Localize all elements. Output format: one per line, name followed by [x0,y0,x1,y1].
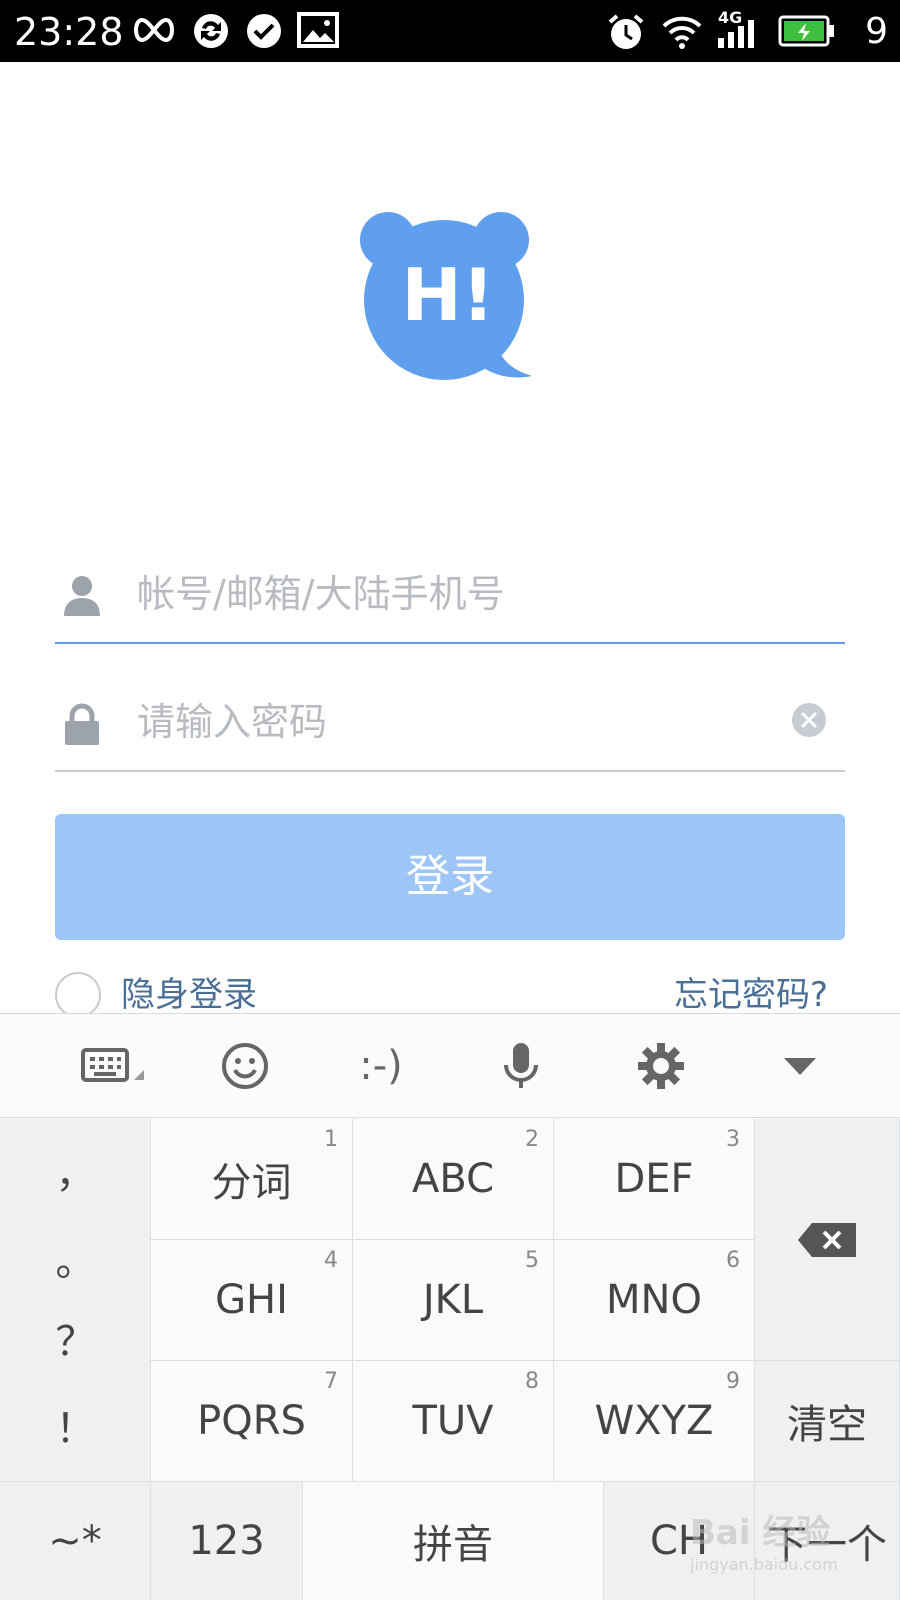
status-time: 23:28 [14,10,124,54]
password-input[interactable] [137,692,777,752]
punct-question[interactable]: ？ [0,1317,151,1367]
image-icon [297,12,339,48]
password-field [55,680,845,772]
watermark-subtext: jingyan.baidu.com [690,1555,838,1574]
emoticon-label: :-) [359,1043,403,1089]
status-bar: 23:28 4G 9 [0,0,900,62]
punctuation-column: ， 。 ？ ！ [0,1119,151,1482]
emoji-icon[interactable] [214,1040,276,1092]
watermark-text: Bai 经验 [690,1513,831,1553]
key-number: 7 [324,1369,338,1394]
key-1[interactable]: 分词 1 [151,1119,353,1240]
signal-icon [718,20,754,48]
punct-period[interactable]: 。 [0,1237,151,1287]
key-label: TUV [412,1398,494,1444]
key-number: 8 [525,1369,539,1394]
forgot-password-link[interactable]: 忘记密码? [674,972,828,1018]
clear-key[interactable]: 清空 [755,1361,900,1482]
key-label: PQRS [197,1398,306,1444]
pinyin-label: 拼音 [413,1522,493,1568]
sync-icon [194,14,228,48]
battery-level: 9 [865,11,888,52]
login-button[interactable]: 登录 [55,814,845,940]
battery-icon [778,15,834,47]
symbols-label: ~* [48,1518,102,1564]
account-field [55,552,845,644]
numbers-label: 123 [188,1518,265,1564]
keyboard-toolbar: :-) [0,1014,900,1118]
key-4[interactable]: GHI 4 [151,1240,353,1361]
account-input[interactable] [137,564,777,624]
key-5[interactable]: JKL 5 [353,1240,554,1361]
settings-icon[interactable] [630,1040,692,1092]
app-logo: H! [358,210,544,390]
space-pinyin-key[interactable]: 拼音 [303,1482,604,1600]
key-label: GHI [215,1277,288,1323]
key-2[interactable]: ABC 2 [353,1119,554,1240]
key-9[interactable]: WXYZ 9 [554,1361,755,1482]
emoticon-key[interactable]: :-) [346,1040,416,1092]
key-label: JKL [422,1277,484,1323]
numbers-key[interactable]: 123 [151,1482,303,1600]
key-label: WXYZ [594,1398,714,1444]
key-label: MNO [606,1277,702,1323]
microphone-icon[interactable] [490,1040,552,1092]
backspace-key[interactable] [755,1119,900,1361]
lock-icon [65,703,99,745]
key-label: ABC [411,1156,495,1202]
key-8[interactable]: TUV 8 [353,1361,554,1482]
key-label: 分词 [211,1160,292,1206]
backspace-icon [755,1119,899,1360]
wifi-icon [662,16,702,49]
collapse-icon[interactable] [770,1040,830,1092]
punct-exclamation[interactable]: ！ [0,1404,151,1454]
key-number: 3 [726,1127,740,1152]
baidu-watermark: Bai 经验 jingyan.baidu.com [690,1505,890,1585]
key-7[interactable]: PQRS 7 [151,1361,353,1482]
punct-comma[interactable]: ， [0,1149,151,1199]
alarm-icon [608,14,644,49]
clear-label: 清空 [787,1402,867,1448]
symbols-key[interactable]: ~* [0,1482,151,1600]
check-circle-icon [247,14,281,48]
key-number: 5 [525,1248,539,1273]
key-number: 2 [525,1127,539,1152]
invisible-login-label: 隐身登录 [121,975,257,1015]
keyboard-switch-icon[interactable] [78,1040,148,1092]
key-label: DEF [614,1156,694,1202]
key-6[interactable]: MNO 6 [554,1240,755,1361]
invisible-login-radio[interactable] [55,972,101,1018]
infinity-icon [134,17,174,43]
key-number: 1 [324,1127,338,1152]
key-number: 9 [726,1369,740,1394]
clear-input-icon[interactable] [791,702,827,738]
user-icon [64,576,100,616]
key-3[interactable]: DEF 3 [554,1119,755,1240]
logo-text: H! [401,253,495,337]
key-number: 4 [324,1248,338,1273]
key-number: 6 [726,1248,740,1273]
